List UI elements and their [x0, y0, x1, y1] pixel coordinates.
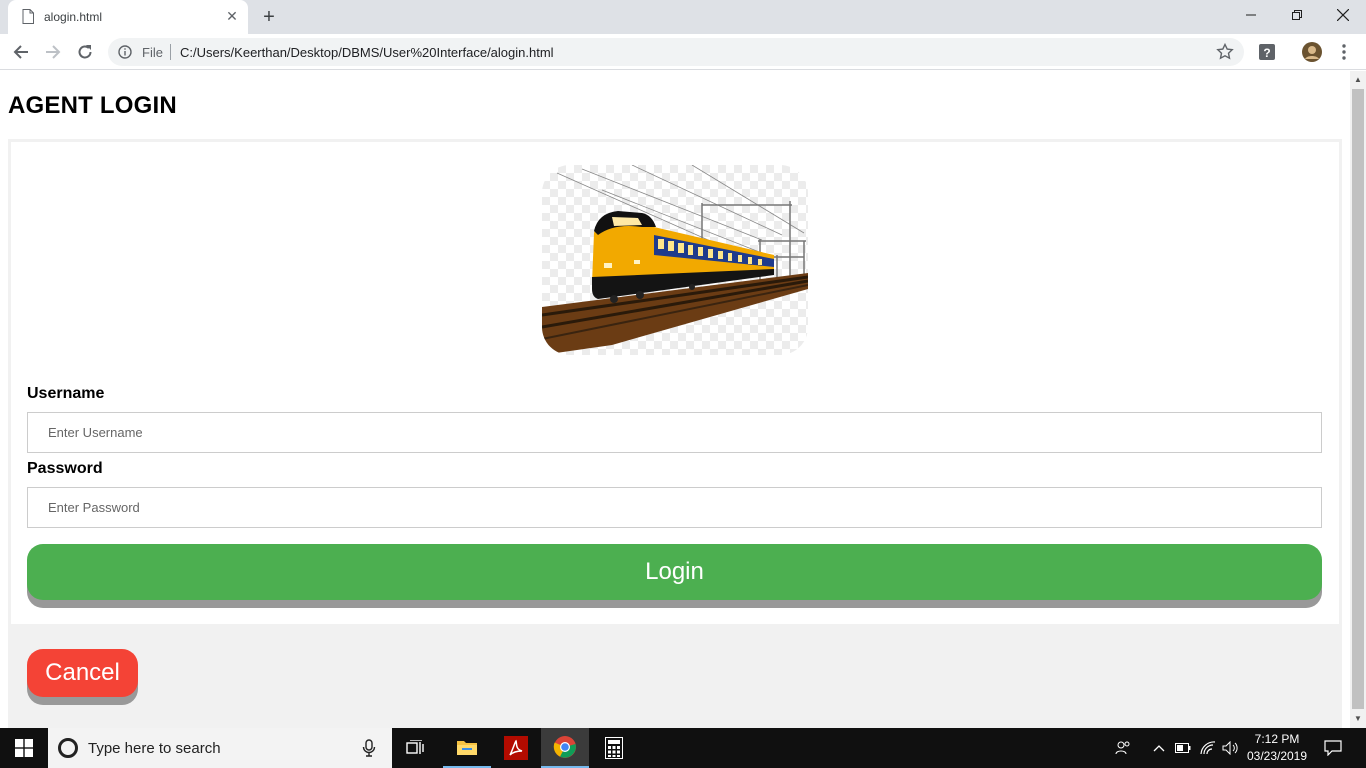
password-label: Password — [27, 460, 103, 477]
page-title: AGENT LOGIN — [8, 92, 177, 119]
vertical-scrollbar[interactable]: ▲ ▼ — [1350, 71, 1366, 728]
page-icon — [22, 9, 34, 24]
browser-toolbar: File C:/Users/Keerthan/Desktop/DBMS/User… — [0, 34, 1366, 70]
minimize-icon[interactable] — [1228, 0, 1274, 30]
train-image — [542, 165, 808, 355]
clock-date: 03/23/2019 — [1246, 749, 1308, 763]
wifi-icon[interactable] — [1199, 728, 1217, 768]
task-view-icon[interactable] — [392, 728, 440, 768]
url-text[interactable]: C:/Users/Keerthan/Desktop/DBMS/User%20In… — [180, 45, 554, 60]
taskbar-search-box[interactable]: Type here to search — [48, 728, 392, 768]
username-input[interactable] — [27, 412, 1322, 453]
calculator-icon[interactable] — [590, 728, 638, 768]
clock-time: 7:12 PM — [1254, 732, 1300, 746]
tab-close-icon[interactable]: ✕ — [224, 8, 240, 24]
microphone-icon[interactable] — [362, 739, 376, 757]
back-arrow-icon[interactable] — [8, 39, 34, 65]
username-label: Username — [27, 385, 105, 402]
cortana-circle-icon — [58, 738, 78, 758]
tab-title: alogin.html — [44, 10, 103, 24]
menu-kebab-icon[interactable] — [1334, 42, 1354, 62]
scrollbar-thumb[interactable] — [1352, 89, 1364, 709]
profile-avatar-icon[interactable] — [1302, 42, 1322, 62]
restore-icon[interactable] — [1274, 0, 1320, 30]
page-viewport: AGENT LOGIN Username Enter Username Pass… — [0, 71, 1350, 728]
notifications-icon[interactable] — [1320, 728, 1346, 768]
form-footer: Cancel — [8, 627, 1342, 728]
scroll-down-arrow-icon[interactable]: ▼ — [1350, 712, 1366, 726]
cancel-button[interactable]: Cancel — [27, 649, 138, 697]
search-placeholder: Type here to search — [88, 740, 221, 757]
browser-tab[interactable]: alogin.html ✕ — [8, 0, 248, 34]
help-extension-icon[interactable]: ? — [1257, 42, 1277, 62]
login-button[interactable]: Login — [27, 544, 1322, 600]
scheme-label: File — [142, 45, 163, 60]
address-bar[interactable]: File C:/Users/Keerthan/Desktop/DBMS/User… — [108, 38, 1244, 66]
volume-icon[interactable] — [1221, 728, 1241, 768]
file-explorer-icon[interactable] — [443, 728, 491, 768]
taskbar-clock[interactable]: 7:12 PM 03/23/2019 — [1244, 731, 1310, 765]
browser-tab-strip: alogin.html ✕ + — [0, 0, 1366, 34]
new-tab-icon[interactable]: + — [258, 6, 280, 28]
chrome-icon[interactable] — [541, 728, 589, 768]
login-form: Username Password Login — [8, 139, 1342, 627]
forward-arrow-icon[interactable] — [40, 39, 66, 65]
reload-icon[interactable] — [72, 39, 98, 65]
password-input[interactable] — [27, 487, 1322, 528]
battery-icon[interactable] — [1174, 728, 1192, 768]
info-icon[interactable] — [118, 45, 132, 59]
people-icon[interactable] — [1112, 728, 1134, 768]
scroll-up-arrow-icon[interactable]: ▲ — [1350, 73, 1366, 87]
acrobat-reader-icon[interactable] — [492, 728, 540, 768]
close-window-icon[interactable] — [1320, 0, 1366, 30]
windows-taskbar: Type here to search 7:12 PM 03/23/2019 — [0, 728, 1366, 768]
svg-text:?: ? — [1263, 46, 1270, 60]
divider — [170, 44, 171, 60]
show-hidden-icons-chevron-icon[interactable] — [1150, 728, 1168, 768]
windows-start-icon[interactable] — [0, 728, 48, 768]
bookmark-star-icon[interactable] — [1216, 43, 1234, 61]
